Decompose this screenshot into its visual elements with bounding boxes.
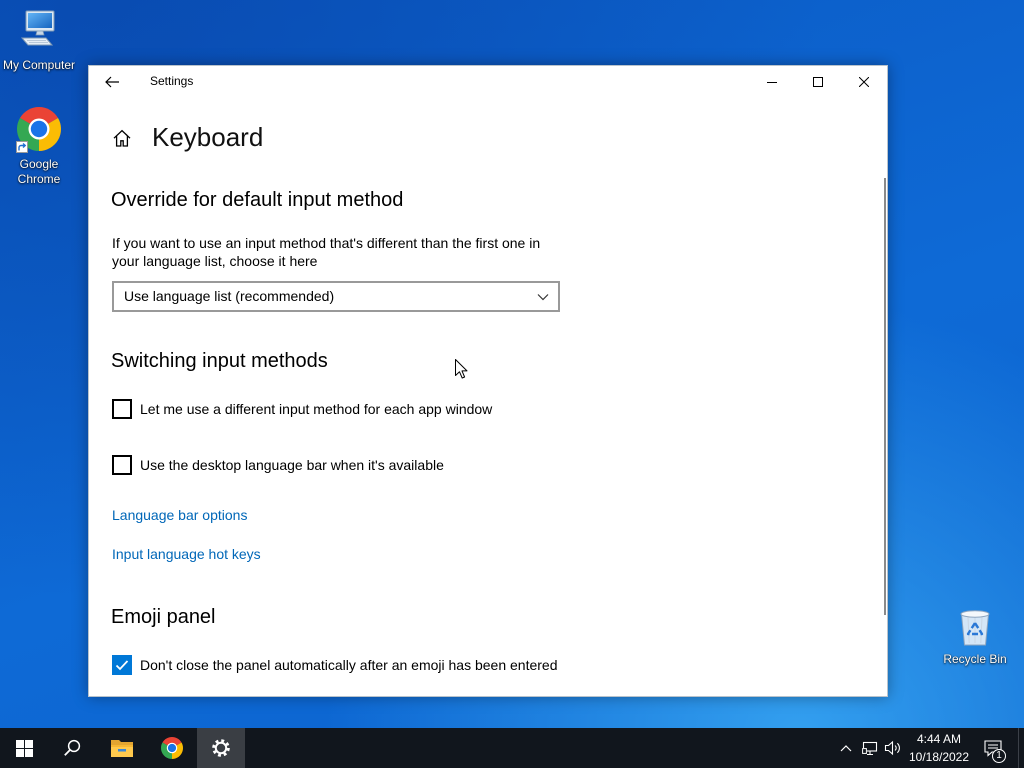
taskbar: 4:44 AM 10/18/2022 1 — [0, 728, 1024, 768]
search-icon — [64, 739, 81, 756]
desktop-icon-my-computer[interactable]: My Computer — [1, 8, 77, 73]
per-app-input-method-option[interactable]: Let me use a different input method for … — [112, 399, 492, 419]
volume-button[interactable] — [883, 728, 903, 768]
checkbox-label: Use the desktop language bar when it's a… — [140, 457, 444, 473]
network-button[interactable] — [860, 728, 880, 768]
network-icon — [862, 741, 878, 756]
shortcut-arrow-icon — [16, 141, 28, 153]
checkmark-icon — [115, 660, 129, 671]
chevron-down-icon — [537, 294, 549, 301]
start-button[interactable] — [0, 728, 48, 768]
clock-time: 4:44 AM — [916, 732, 962, 746]
minimize-icon — [767, 81, 777, 83]
desktop-icon-google-chrome[interactable]: Google Chrome — [1, 105, 77, 187]
section-heading-override: Override for default input method — [111, 189, 404, 211]
clock[interactable]: 4:44 AM 10/18/2022 — [906, 730, 972, 766]
desktop-icon-label: Recycle Bin — [943, 652, 1007, 666]
close-icon — [859, 76, 869, 87]
home-icon — [113, 129, 131, 147]
language-bar-options-link[interactable]: Language bar options — [112, 505, 247, 525]
chrome-icon — [160, 736, 184, 760]
show-desktop-button[interactable] — [1018, 728, 1024, 768]
section-heading-switching: Switching input methods — [111, 350, 328, 372]
settings-taskbar-button[interactable] — [197, 728, 245, 768]
desktop-icon-label: My Computer — [2, 58, 76, 72]
recycle-bin-icon — [953, 603, 997, 647]
volume-icon — [884, 740, 900, 756]
section-heading-emoji: Emoji panel — [111, 606, 216, 628]
windows-logo-icon — [15, 739, 33, 757]
vertical-scrollbar[interactable] — [884, 178, 886, 615]
dropdown-selected-value: Use language list (recommended) — [124, 288, 335, 304]
search-button[interactable] — [48, 728, 96, 768]
show-hidden-icons-button[interactable] — [836, 728, 856, 768]
maximize-icon — [813, 76, 823, 87]
page-title: Keyboard — [152, 122, 264, 152]
input-method-dropdown[interactable]: Use language list (recommended) — [112, 281, 560, 312]
per-app-input-method-checkbox[interactable] — [112, 399, 132, 419]
clock-date: 10/18/2022 — [908, 750, 970, 764]
emoji-panel-keep-open-option[interactable]: Don't close the panel automatically afte… — [112, 655, 557, 675]
chevron-up-icon — [840, 745, 852, 752]
chrome-taskbar-button[interactable] — [148, 728, 196, 768]
settings-window: Settings Keyboard Override for default i… — [88, 65, 888, 697]
desktop-icon-label: Google Chrome — [17, 157, 61, 186]
file-explorer-icon — [111, 740, 133, 757]
input-language-hot-keys-link[interactable]: Input language hot keys — [112, 544, 261, 564]
emoji-panel-keep-open-checkbox[interactable] — [112, 655, 132, 675]
back-arrow-icon — [105, 76, 119, 87]
computer-icon — [19, 8, 59, 48]
desktop-language-bar-checkbox[interactable] — [112, 455, 132, 475]
file-explorer-button[interactable] — [98, 728, 146, 768]
action-center-button[interactable]: 1 — [978, 728, 1008, 768]
window-title: Settings — [150, 74, 194, 88]
desktop-language-bar-option[interactable]: Use the desktop language bar when it's a… — [112, 455, 444, 475]
checkbox-label: Don't close the panel automatically afte… — [140, 657, 558, 673]
desktop-icon-recycle-bin[interactable]: Recycle Bin — [937, 603, 1013, 667]
close-button[interactable] — [841, 66, 887, 97]
home-button[interactable] — [112, 128, 132, 148]
maximize-button[interactable] — [795, 66, 841, 97]
chrome-icon — [15, 105, 63, 153]
minimize-button[interactable] — [749, 66, 795, 97]
back-button[interactable] — [89, 66, 135, 97]
override-description: If you want to use an input method that'… — [112, 235, 541, 269]
settings-gear-icon — [212, 739, 230, 757]
notification-badge: 1 — [992, 749, 1006, 763]
mouse-cursor-icon — [455, 359, 468, 379]
checkbox-label: Let me use a different input method for … — [140, 401, 493, 417]
